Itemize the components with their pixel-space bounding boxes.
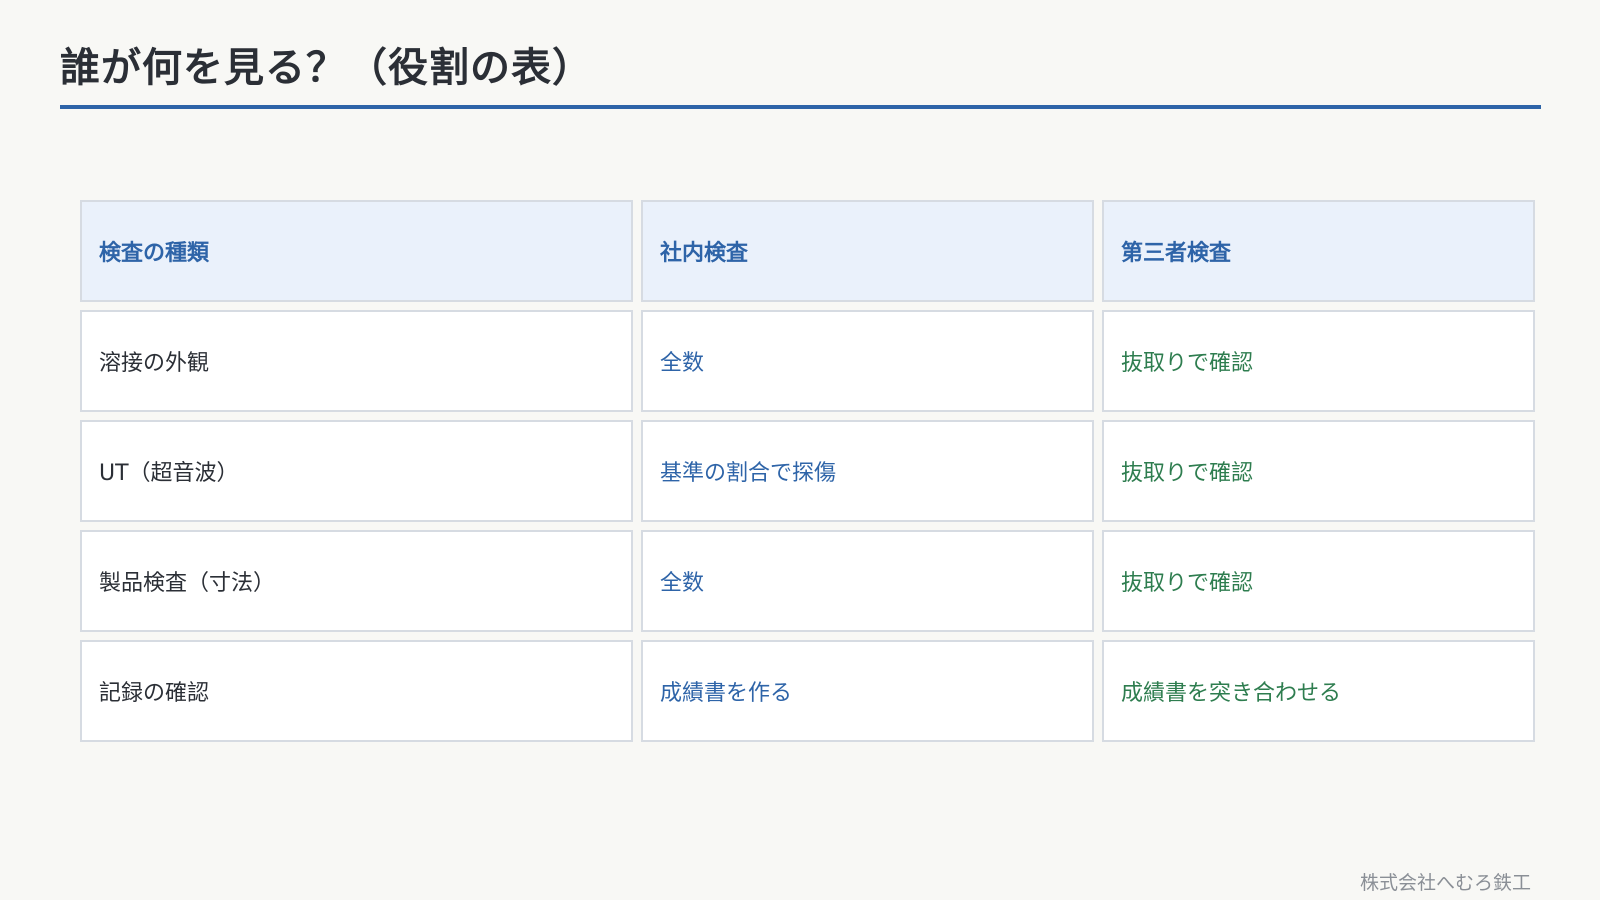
row-4-third-party: 成績書を突き合わせる — [1102, 640, 1535, 742]
row-1-third-party: 抜取りで確認 — [1102, 310, 1535, 412]
row-2-internal: 基準の割合で探傷 — [641, 420, 1094, 522]
header-third-party-inspection: 第三者検査 — [1102, 200, 1535, 302]
row-3-internal: 全数 — [641, 530, 1094, 632]
row-4-internal: 成績書を作る — [641, 640, 1094, 742]
row-3-type: 製品検査（寸法） — [80, 530, 633, 632]
header-inspection-type: 検査の種類 — [80, 200, 633, 302]
title-divider — [60, 105, 1541, 109]
row-2-third-party: 抜取りで確認 — [1102, 420, 1535, 522]
page-title: 誰が何を見る？（役割の表） — [60, 45, 593, 91]
row-4-type: 記録の確認 — [80, 640, 633, 742]
row-2-type: UT（超音波） — [80, 420, 633, 522]
header-internal-inspection: 社内検査 — [641, 200, 1094, 302]
roles-table: 検査の種類 社内検査 第三者検査 溶接の外観 全数 抜取りで確認 UT（超音波）… — [80, 200, 1535, 742]
row-1-internal: 全数 — [641, 310, 1094, 412]
row-1-type: 溶接の外観 — [80, 310, 633, 412]
row-3-third-party: 抜取りで確認 — [1102, 530, 1535, 632]
company-footer: 株式会社へむろ鉄工 — [1359, 872, 1531, 894]
